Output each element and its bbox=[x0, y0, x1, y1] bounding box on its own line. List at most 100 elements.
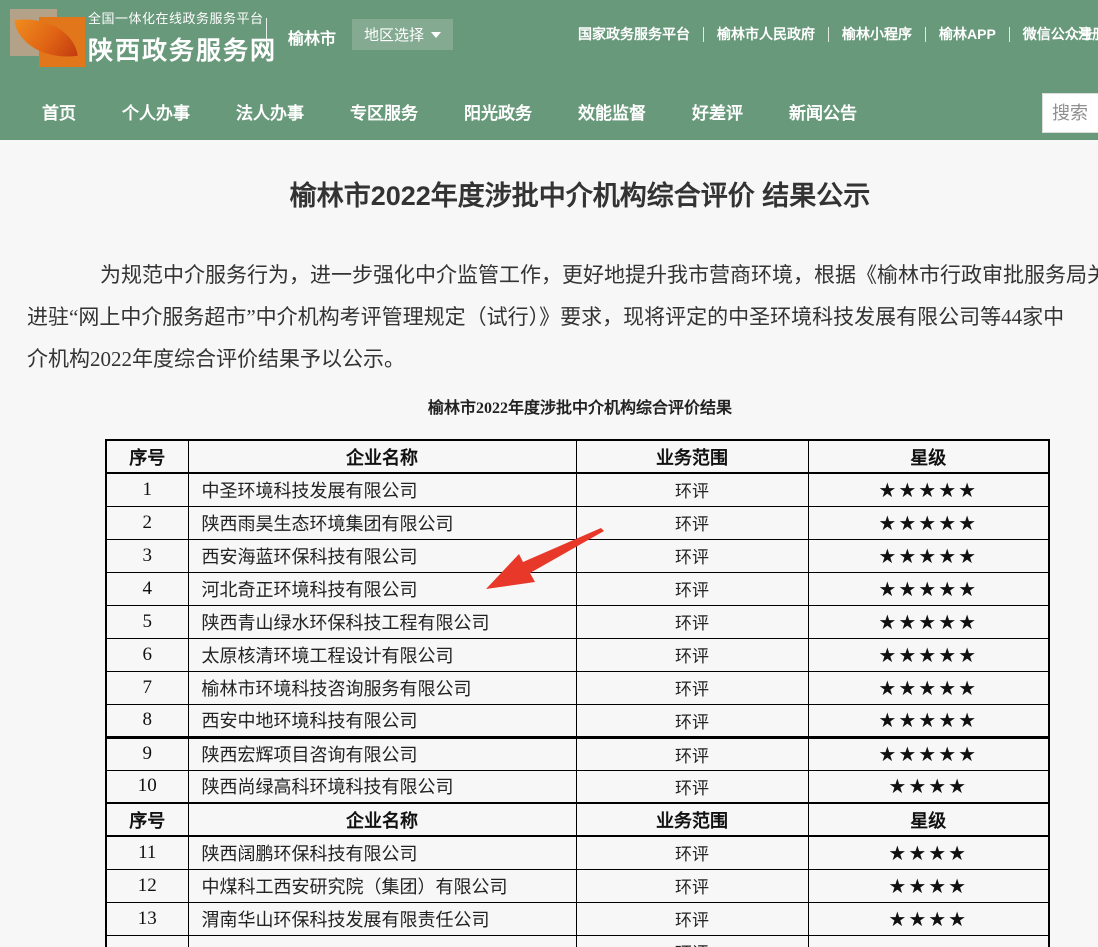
column-header: 企业名称 bbox=[188, 803, 576, 836]
business-scope: 环评 bbox=[576, 836, 808, 869]
business-scope: 环评 bbox=[576, 737, 808, 770]
nav-item-法人办事[interactable]: 法人办事 bbox=[236, 99, 304, 124]
top-link[interactable]: 榆林市人民政府 bbox=[717, 24, 815, 44]
column-header: 企业名称 bbox=[188, 440, 576, 473]
business-scope: 环评 bbox=[576, 902, 808, 935]
search-input[interactable] bbox=[1042, 93, 1098, 133]
nav-item-专区服务[interactable]: 专区服务 bbox=[350, 99, 418, 124]
row-number: 1 bbox=[106, 473, 188, 506]
top-link[interactable]: 榆林APP bbox=[939, 24, 996, 44]
platform-tagline: 全国一体化在线政务服务平台 bbox=[88, 8, 277, 27]
paragraph-line: 进驻“网上中介服务超市”中介机构考评管理规定（试行）》要求，现将评定的中圣环境科… bbox=[0, 296, 1098, 338]
paragraph-line: 介机构2022年度综合评价结果予以公示。 bbox=[0, 338, 1098, 380]
row-number: 9 bbox=[106, 737, 188, 770]
column-header: 序号 bbox=[106, 803, 188, 836]
star-rating: ★★★★ bbox=[808, 902, 1049, 935]
table-row: 13渭南华山环保科技发展有限责任公司环评★★★★ bbox=[106, 902, 1049, 935]
star-rating: ★★★★★ bbox=[808, 572, 1049, 605]
business-scope: 环评 bbox=[576, 935, 808, 947]
header-divider bbox=[266, 18, 267, 54]
site-name: 陕西政务服务网 bbox=[88, 31, 277, 67]
top-link[interactable]: 榆林小程序 bbox=[842, 24, 912, 44]
column-header: 业务范围 bbox=[576, 440, 808, 473]
region-select-label: 地区选择 bbox=[364, 24, 424, 45]
row-number: 3 bbox=[106, 539, 188, 572]
company-name: 中圣环境科技发展有限公司 bbox=[188, 473, 576, 506]
star-rating: ★★★★★ bbox=[808, 704, 1049, 737]
region-select-button[interactable]: 地区选择 bbox=[352, 19, 453, 50]
table-row: 4河北奇正环境科技有限公司环评★★★★★ bbox=[106, 572, 1049, 605]
nav-item-好差评[interactable]: 好差评 bbox=[692, 99, 743, 124]
row-number: 12 bbox=[106, 869, 188, 902]
company-name bbox=[188, 935, 576, 947]
top-link-separator bbox=[703, 27, 704, 42]
business-scope: 环评 bbox=[576, 506, 808, 539]
star-rating: ★★★★★ bbox=[808, 638, 1049, 671]
top-link-separator bbox=[828, 27, 829, 42]
company-name: 陕西阔鹏环保科技有限公司 bbox=[188, 836, 576, 869]
nav-item-首页[interactable]: 首页 bbox=[42, 99, 76, 124]
table-row: 6太原核清环境工程设计有限公司环评★★★★★ bbox=[106, 638, 1049, 671]
table-row: 8西安中地环境科技有限公司环评★★★★★ bbox=[106, 704, 1049, 737]
table-row: 环评 bbox=[106, 935, 1049, 947]
business-scope: 环评 bbox=[576, 572, 808, 605]
register-link[interactable]: 注册 bbox=[1078, 24, 1098, 44]
company-name: 中煤科工西安研究院（集团）有限公司 bbox=[188, 869, 576, 902]
row-number: 8 bbox=[106, 704, 188, 737]
star-rating: ★★★★★ bbox=[808, 671, 1049, 704]
brand-text: 全国一体化在线政务服务平台 陕西政务服务网 bbox=[88, 8, 277, 67]
table-row: 3西安海蓝环保科技有限公司环评★★★★★ bbox=[106, 539, 1049, 572]
company-name: 河北奇正环境科技有限公司 bbox=[188, 572, 576, 605]
nav-item-阳光政务[interactable]: 阳光政务 bbox=[464, 99, 532, 124]
column-header: 序号 bbox=[106, 440, 188, 473]
announcement-paragraph: 为规范中介服务行为，进一步强化中介监管工作，更好地提升我市营商环境，根据《榆林市… bbox=[0, 254, 1098, 380]
page-title: 榆林市2022年度涉批中介机构综合评价 结果公示 bbox=[0, 176, 1098, 216]
nav-item-新闻公告[interactable]: 新闻公告 bbox=[789, 99, 857, 124]
row-number: 2 bbox=[106, 506, 188, 539]
company-name: 渭南华山环保科技发展有限责任公司 bbox=[188, 902, 576, 935]
top-links: 国家政务服务平台榆林市人民政府榆林小程序榆林APP微信公众号 bbox=[578, 24, 1093, 44]
table-caption: 榆林市2022年度涉批中介机构综合评价结果 bbox=[0, 394, 1098, 418]
row-number: 5 bbox=[106, 605, 188, 638]
company-name: 陕西青山绿水环保科技工程有限公司 bbox=[188, 605, 576, 638]
table-header-row: 序号企业名称业务范围星级 bbox=[106, 803, 1049, 836]
site-logo[interactable] bbox=[8, 5, 80, 65]
star-rating: ★★★★ bbox=[808, 869, 1049, 902]
business-scope: 环评 bbox=[576, 704, 808, 737]
business-scope: 环评 bbox=[576, 638, 808, 671]
table-row: 10陕西尚绿高科环境科技有限公司环评★★★★ bbox=[106, 770, 1049, 803]
business-scope: 环评 bbox=[576, 869, 808, 902]
evaluation-results-table: 序号企业名称业务范围星级1中圣环境科技发展有限公司环评★★★★★2陕西雨昊生态环… bbox=[105, 439, 1050, 947]
star-rating: ★★★★ bbox=[808, 770, 1049, 803]
main-nav: 首页 个人办事 法人办事 专区服务 阳光政务 效能监督 好差评 新闻公告 bbox=[0, 88, 1098, 134]
nav-item-效能监督[interactable]: 效能监督 bbox=[578, 99, 646, 124]
row-number bbox=[106, 935, 188, 947]
row-number: 7 bbox=[106, 671, 188, 704]
column-header: 业务范围 bbox=[576, 803, 808, 836]
nav-item-个人办事[interactable]: 个人办事 bbox=[122, 99, 190, 124]
company-name: 西安中地环境科技有限公司 bbox=[188, 704, 576, 737]
column-header: 星级 bbox=[808, 440, 1049, 473]
star-rating: ★★★★★ bbox=[808, 506, 1049, 539]
table-row: 12中煤科工西安研究院（集团）有限公司环评★★★★ bbox=[106, 869, 1049, 902]
chevron-down-icon bbox=[431, 32, 441, 38]
row-number: 13 bbox=[106, 902, 188, 935]
table-row: 5陕西青山绿水环保科技工程有限公司环评★★★★★ bbox=[106, 605, 1049, 638]
site-header: 全国一体化在线政务服务平台 陕西政务服务网 榆林市 地区选择 国家政务服务平台 榆… bbox=[0, 0, 1098, 140]
table-row: 2陕西雨昊生态环境集团有限公司环评★★★★★ bbox=[106, 506, 1049, 539]
top-link-separator bbox=[1009, 27, 1010, 42]
row-number: 10 bbox=[106, 770, 188, 803]
star-rating bbox=[808, 935, 1049, 947]
business-scope: 环评 bbox=[576, 539, 808, 572]
top-link-separator bbox=[925, 27, 926, 42]
current-city-label: 榆林市 bbox=[288, 25, 336, 49]
row-number: 11 bbox=[106, 836, 188, 869]
top-link[interactable]: 国家政务服务平台 bbox=[578, 24, 690, 44]
company-name: 陕西雨昊生态环境集团有限公司 bbox=[188, 506, 576, 539]
column-header: 星级 bbox=[808, 803, 1049, 836]
row-number: 6 bbox=[106, 638, 188, 671]
announcement-document: 榆林市2022年度涉批中介机构综合评价 结果公示 为规范中介服务行为，进一步强化… bbox=[0, 140, 1098, 947]
table-row: 9陕西宏辉项目咨询有限公司环评★★★★★ bbox=[106, 737, 1049, 770]
star-rating: ★★★★★ bbox=[808, 539, 1049, 572]
paragraph-line: 为规范中介服务行为，进一步强化中介监管工作，更好地提升我市营商环境，根据《榆林市… bbox=[0, 254, 1098, 296]
